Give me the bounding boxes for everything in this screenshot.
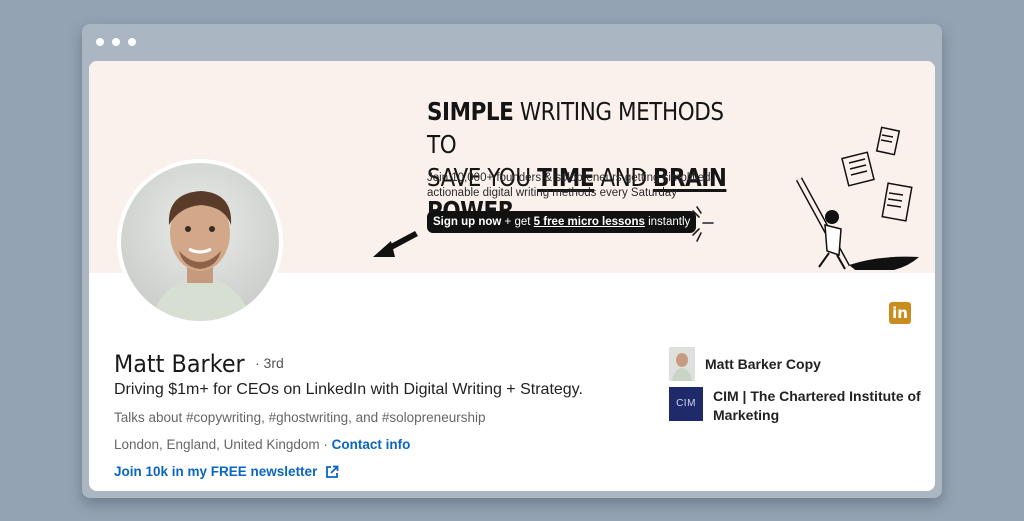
profile-name: Matt Barker: [114, 350, 245, 378]
browser-window: SIMPLE WRITING METHODS TO SAVE YOU TIME …: [82, 24, 942, 498]
cta-signup: Sign up now: [433, 216, 502, 228]
profile-photo-frame[interactable]: [117, 159, 283, 325]
cta-mid: + get: [501, 216, 534, 228]
company-logo-photo: [669, 347, 695, 381]
window-dot-icon[interactable]: [112, 38, 120, 46]
arrow-icon: [373, 231, 418, 257]
connection-degree: · 3rd: [255, 355, 284, 371]
company-item[interactable]: Matt Barker Copy: [669, 347, 821, 381]
profile-headline: Driving $1m+ for CEOs on LinkedIn with D…: [114, 381, 583, 398]
cim-logo: CIM: [669, 387, 703, 421]
company-name: CIM | The Chartered Institute of Marketi…: [713, 388, 921, 423]
headline-bold-word: SIMPLE: [427, 97, 514, 126]
newsletter-label: Join 10k in my FREE newsletter: [114, 464, 318, 479]
cta-lessons: 5 free micro lessons: [533, 216, 645, 228]
profile-location: London, England, United Kingdom · Contac…: [114, 437, 410, 452]
window-dot-icon[interactable]: [128, 38, 136, 46]
cta-end: instantly: [644, 216, 691, 228]
banner-subtext: Join 10,000+ founders & solopreneurs get…: [427, 172, 714, 199]
avatar[interactable]: [121, 163, 279, 321]
sparkle-icon: [692, 206, 714, 242]
profile-card: SIMPLE WRITING METHODS TO SAVE YOU TIME …: [89, 61, 935, 491]
external-link-icon: [326, 465, 339, 478]
company-item[interactable]: CIM CIM | The Chartered Institute of Mar…: [669, 387, 923, 425]
newsletter-link[interactable]: Join 10k in my FREE newsletter: [114, 464, 339, 479]
writer-illustration: [795, 126, 919, 270]
window-dot-icon[interactable]: [96, 38, 104, 46]
banner-cta: Sign up now + get 5 free micro lessons i…: [427, 211, 697, 233]
contact-info-link[interactable]: Contact info: [332, 437, 411, 452]
window-controls: [96, 38, 136, 46]
profile-topics: Talks about #copywriting, #ghostwriting,…: [114, 410, 486, 425]
avatar-portrait: [151, 191, 251, 321]
location-text: London, England, United Kingdom ·: [114, 437, 332, 452]
company-name: Matt Barker Copy: [705, 356, 821, 372]
linkedin-icon[interactable]: in: [889, 302, 911, 324]
